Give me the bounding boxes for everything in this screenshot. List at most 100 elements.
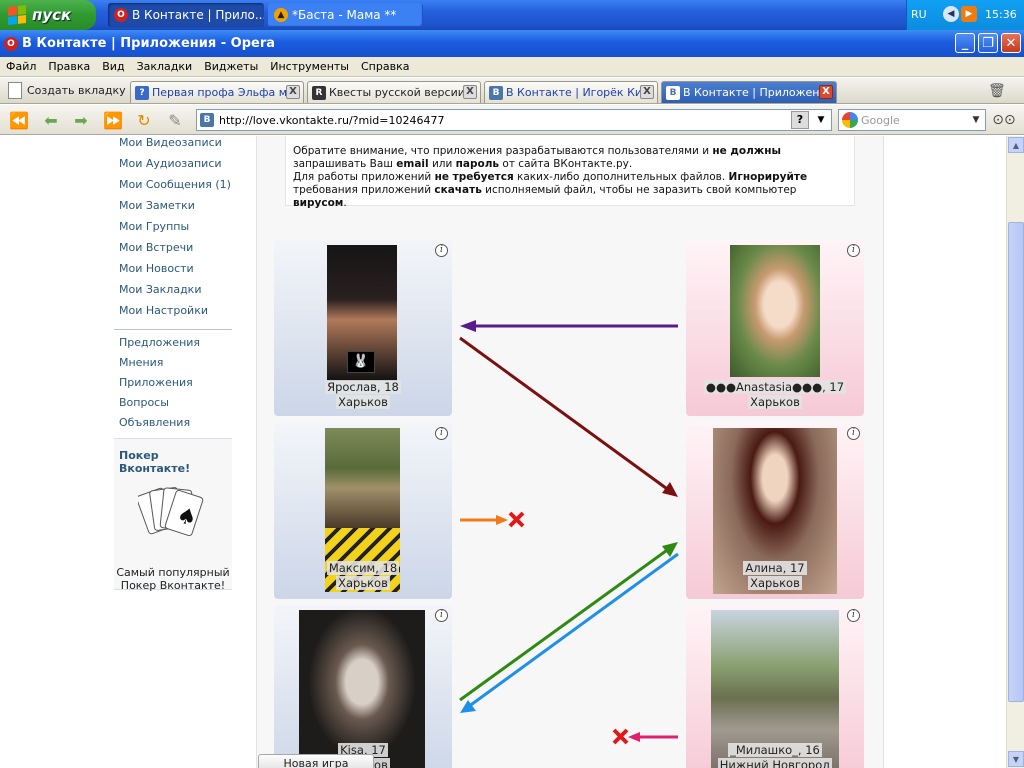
scroll-down-icon[interactable]: ▼ bbox=[1008, 751, 1024, 767]
profile-name: Максим, 18 bbox=[326, 561, 400, 575]
sidebar-item-offers[interactable]: Предложения bbox=[114, 336, 234, 356]
profile-name: _Милашко_, 16 bbox=[728, 743, 822, 757]
info-icon[interactable]: i bbox=[435, 427, 448, 440]
profile-city: Харьков bbox=[748, 395, 802, 409]
sidebar-item-settings[interactable]: Мои Настройки bbox=[114, 304, 234, 325]
clock: 15:36 bbox=[985, 8, 1017, 21]
page-content: Мои Видеозаписи Мои Аудиозаписи Мои Сооб… bbox=[0, 136, 1006, 768]
forward-icon[interactable]: ➡ bbox=[70, 111, 92, 130]
sidebar: Мои Видеозаписи Мои Аудиозаписи Мои Сооб… bbox=[114, 136, 234, 436]
profile-caption: Максим, 18 Харьков bbox=[274, 561, 452, 591]
close-tab-icon[interactable]: X bbox=[640, 85, 654, 99]
tab-quests[interactable]: R Квесты русской версии... X bbox=[307, 81, 481, 103]
menu-view[interactable]: Вид bbox=[102, 60, 124, 73]
profile-city: Нижний Новгород bbox=[717, 758, 833, 768]
tab-label: В Контакте | Приложения bbox=[683, 86, 834, 99]
vk-favicon-icon: B bbox=[489, 85, 503, 100]
info-icon[interactable]: i bbox=[847, 427, 860, 440]
language-indicator[interactable]: RU bbox=[911, 8, 927, 21]
taskbar-item-vkontakte[interactable]: O В Контакте | Прило... bbox=[108, 3, 264, 27]
poker-ad[interactable]: Покер Вконтакте! ♠ Самый популярный Поке… bbox=[114, 438, 232, 592]
profile-card-milashko[interactable]: i _Милашко_, 16 Нижний Новгород bbox=[686, 605, 864, 768]
sidebar-item-videos[interactable]: Мои Видеозаписи bbox=[114, 136, 234, 157]
sidebar-item-notes[interactable]: Мои Заметки bbox=[114, 199, 234, 220]
sidebar-item-opinions[interactable]: Мнения bbox=[114, 356, 234, 376]
close-window-button[interactable]: ✕ bbox=[1001, 33, 1021, 53]
fast-forward-icon[interactable]: ⏩ bbox=[102, 111, 124, 130]
sidebar-item-messages[interactable]: Мои Сообщения (1) bbox=[114, 178, 234, 199]
tab-vk-igor[interactable]: B В Контакте | Игорёк Ки... X bbox=[484, 81, 658, 103]
notice-paragraph-2: Для работы приложений не требуется каких… bbox=[293, 171, 808, 209]
sidebar-item-ads[interactable]: Объявления bbox=[114, 416, 234, 436]
profile-city: Харьков bbox=[336, 395, 390, 409]
info-icon[interactable]: i bbox=[435, 609, 448, 622]
profile-card-yaroslav[interactable]: 🐰 i Ярослав, 18 Харьков bbox=[274, 240, 452, 416]
playboy-bunny-icon: 🐰 bbox=[347, 351, 375, 373]
sidebar-item-bookmarks[interactable]: Мои Закладки bbox=[114, 283, 234, 304]
scroll-up-icon[interactable]: ▲ bbox=[1008, 137, 1024, 153]
sidebar-item-events[interactable]: Мои Встречи bbox=[114, 241, 234, 262]
close-tab-icon[interactable]: X bbox=[819, 85, 833, 99]
menu-help[interactable]: Справка bbox=[361, 60, 409, 73]
chevron-down-icon[interactable]: ▼ bbox=[969, 111, 983, 129]
rewind-icon[interactable]: ⏪ bbox=[8, 111, 30, 130]
media-player-tray-icon[interactable]: ▶ bbox=[961, 6, 977, 22]
reload-icon[interactable]: ↻ bbox=[133, 111, 155, 130]
info-icon[interactable]: i bbox=[847, 244, 860, 257]
back-tray-icon[interactable]: ◀ bbox=[943, 6, 959, 22]
help-icon[interactable]: ? bbox=[791, 111, 809, 129]
menu-bookmarks[interactable]: Закладки bbox=[137, 60, 193, 73]
vertical-scrollbar[interactable]: ▲ ▼ bbox=[1006, 136, 1024, 768]
tab-label: Первая профа Эльфа м... bbox=[152, 86, 298, 99]
close-tab-icon[interactable]: X bbox=[286, 85, 300, 99]
navigation-bar: ⏪ ⬅ ➡ ⏩ ↻ ✎ B http://love.vkontakte.ru/?… bbox=[0, 105, 1024, 135]
menu-bar: Файл Правка Вид Закладки Виджеты Инструм… bbox=[0, 57, 1024, 77]
search-placeholder: Google bbox=[861, 113, 900, 127]
new-game-button[interactable]: Новая игра bbox=[258, 754, 374, 768]
back-icon[interactable]: ⬅ bbox=[40, 111, 62, 130]
trash-icon[interactable]: 🗑 bbox=[988, 83, 1006, 99]
profile-caption: Алина, 17 Харьков bbox=[686, 561, 864, 591]
system-tray: RU ◀ ▶ 15:36 bbox=[906, 0, 1024, 30]
start-button[interactable]: пуск bbox=[0, 0, 96, 30]
profile-name: ●●●Anastasia●●●, 17 bbox=[703, 380, 847, 394]
profile-card-kisa[interactable]: i Kisa, 17Харьков bbox=[274, 605, 452, 768]
poker-title[interactable]: Покер Вконтакте! bbox=[114, 449, 232, 475]
info-icon[interactable]: i bbox=[435, 244, 448, 257]
sidebar-item-groups[interactable]: Мои Группы bbox=[114, 220, 234, 241]
taskbar-item-basta[interactable]: ▲ *Баста - Мама ** bbox=[268, 3, 423, 27]
profile-photo bbox=[730, 245, 820, 377]
scroll-thumb[interactable] bbox=[1008, 222, 1024, 702]
menu-widgets[interactable]: Виджеты bbox=[204, 60, 258, 73]
menu-tools[interactable]: Инструменты bbox=[270, 60, 349, 73]
task-label: В Контакте | Прило... bbox=[132, 8, 264, 22]
profile-city: Харьков bbox=[336, 576, 390, 590]
address-url: http://love.vkontakte.ru/?mid=10246477 bbox=[219, 113, 445, 127]
menu-file[interactable]: Файл bbox=[6, 60, 36, 73]
info-icon[interactable]: i bbox=[847, 609, 860, 622]
tab-elf[interactable]: ? Первая профа Эльфа м... X bbox=[130, 81, 304, 103]
sidebar-item-audio[interactable]: Мои Аудиозаписи bbox=[114, 157, 234, 178]
menu-edit[interactable]: Правка bbox=[48, 60, 90, 73]
tab-label: Квесты русской версии... bbox=[329, 86, 476, 99]
restore-button[interactable]: ❐ bbox=[978, 33, 998, 53]
close-tab-icon[interactable]: X bbox=[463, 85, 477, 99]
profile-name: Алина, 17 bbox=[743, 561, 807, 575]
sidebar-item-news[interactable]: Мои Новости bbox=[114, 262, 234, 283]
playing-cards-icon: ♠ bbox=[136, 487, 204, 537]
edit-icon[interactable]: ✎ bbox=[164, 111, 186, 130]
sidebar-item-questions[interactable]: Вопросы bbox=[114, 396, 234, 416]
search-field[interactable]: Google ▼ bbox=[838, 109, 986, 131]
address-field[interactable]: B http://love.vkontakte.ru/?mid=10246477… bbox=[196, 109, 832, 131]
new-tab-button[interactable]: Создать вкладку bbox=[8, 82, 126, 99]
windows-flag-icon bbox=[8, 5, 26, 25]
chevron-down-icon[interactable]: ▼ bbox=[813, 111, 829, 129]
profile-card-anastasia[interactable]: i ●●●Anastasia●●●, 17 Харьков bbox=[686, 240, 864, 416]
aimp-icon: ▲ bbox=[274, 8, 288, 22]
glasses-icon[interactable]: ⊙⊙ bbox=[992, 111, 1015, 129]
profile-card-alina[interactable]: i Алина, 17 Харьков bbox=[686, 423, 864, 599]
sidebar-item-apps[interactable]: Приложения bbox=[114, 376, 234, 396]
tab-vk-apps[interactable]: B В Контакте | Приложения X bbox=[661, 81, 837, 103]
profile-card-maksim[interactable]: i Максим, 18 Харьков bbox=[274, 423, 452, 599]
minimize-button[interactable]: _ bbox=[955, 33, 975, 53]
